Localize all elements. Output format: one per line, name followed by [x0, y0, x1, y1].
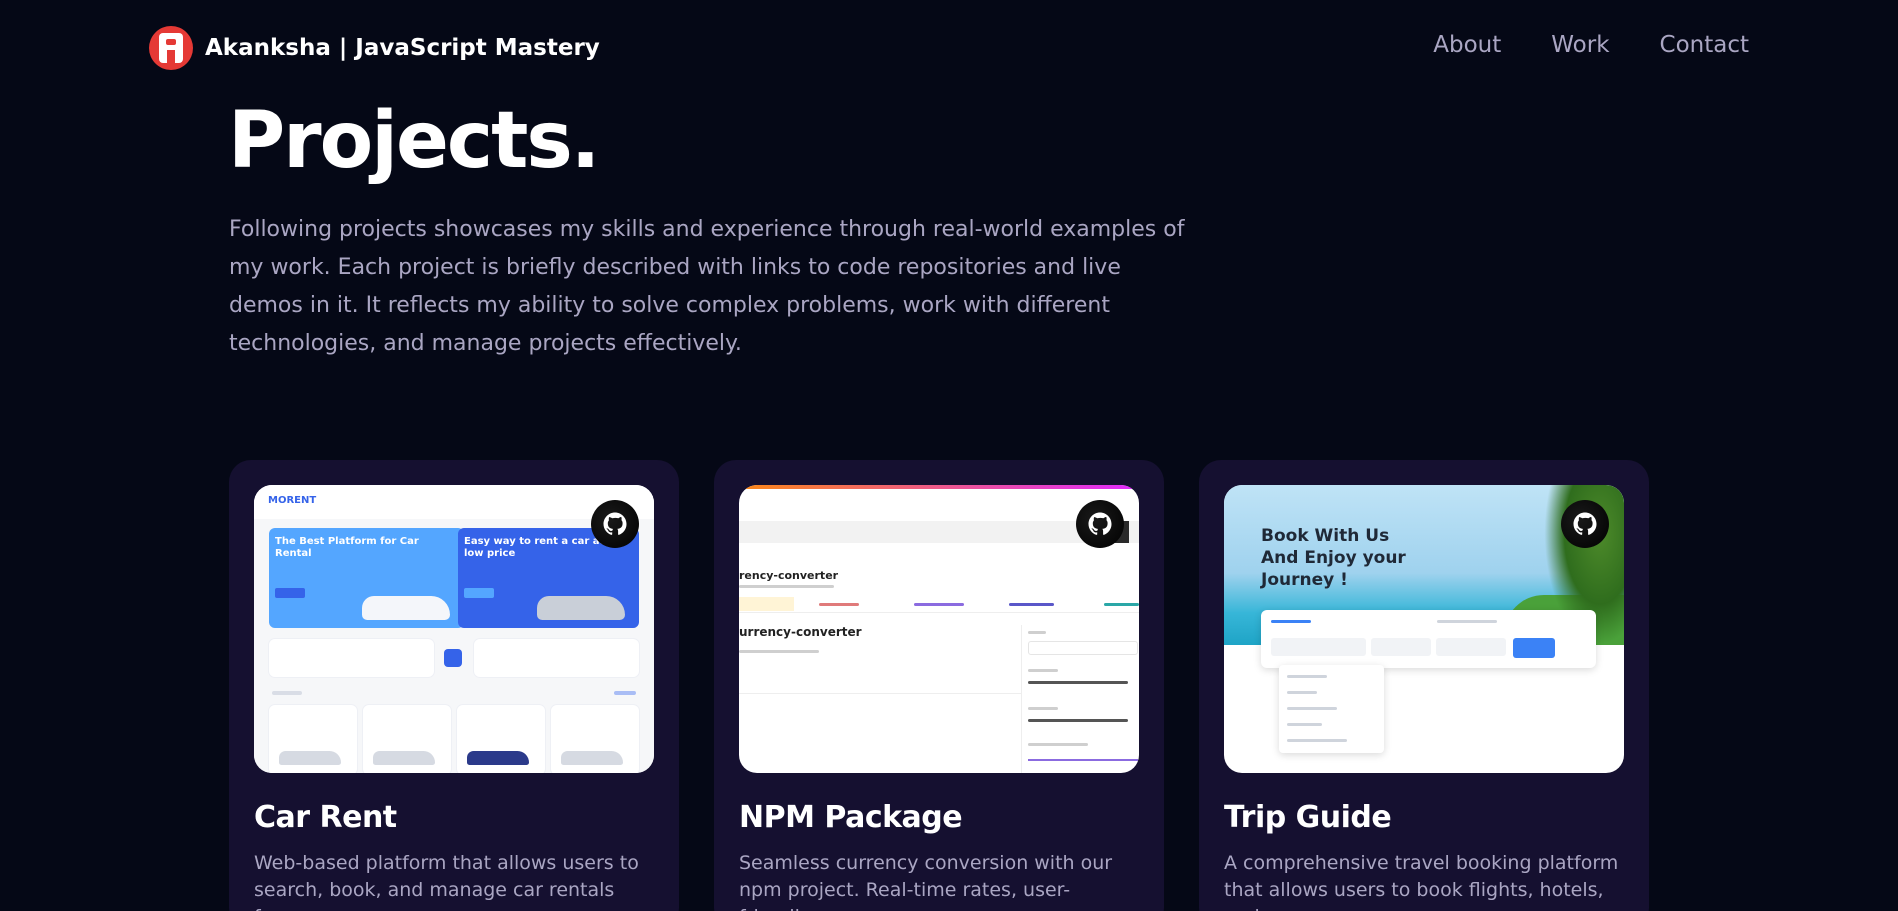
project-title: Car Rent [254, 800, 397, 835]
github-icon [1573, 512, 1597, 535]
page-title: Projects. [228, 96, 600, 186]
preview-package-name: rency-converter [739, 569, 839, 582]
project-description: Web-based platform that allows users to … [254, 852, 639, 911]
nav-links: About Work Contact [1433, 32, 1749, 58]
preview-banner-text: Easy way to rent a car at a low price [464, 536, 615, 559]
project-title: NPM Package [739, 800, 963, 835]
github-icon [1088, 512, 1112, 535]
project-description: A comprehensive travel booking platform … [1224, 852, 1619, 911]
logo-link[interactable]: Akanksha | JavaScript Mastery [149, 26, 600, 70]
project-image: MORENT The Best Platform for Car Rental … [254, 485, 654, 773]
nav-link-about[interactable]: About [1433, 32, 1501, 58]
project-image: rency-converter urrency-converter [739, 485, 1139, 773]
preview-headline: Book With Us And Enjoy your Journey ! [1261, 526, 1406, 590]
github-link-button[interactable] [1561, 500, 1609, 548]
project-card-npm-package[interactable]: rency-converter urrency-converter NPM Pa… [714, 460, 1164, 911]
project-card-trip-guide[interactable]: Book With Us And Enjoy your Journey ! Tr… [1199, 460, 1649, 911]
logo-icon [149, 26, 193, 70]
preview-heading: urrency-converter [739, 625, 862, 639]
nav-link-work[interactable]: Work [1551, 32, 1609, 58]
preview-brand: MORENT [268, 495, 317, 506]
nav-link-contact[interactable]: Contact [1660, 32, 1749, 58]
logo-text: Akanksha | JavaScript Mastery [205, 35, 600, 61]
project-card-car-rent[interactable]: MORENT The Best Platform for Car Rental … [229, 460, 679, 911]
github-link-button[interactable] [1076, 500, 1124, 548]
section-description: Following projects showcases my skills a… [229, 217, 1185, 356]
github-link-button[interactable] [591, 500, 639, 548]
preview-banner: The Best Platform for Car Rental [269, 528, 464, 628]
project-description: Seamless currency conversion with our np… [739, 852, 1113, 911]
navbar: Akanksha | JavaScript Mastery About Work… [0, 0, 1898, 94]
preview-banner-text: The Best Platform for Car Rental [275, 536, 419, 559]
github-icon [603, 512, 627, 535]
project-title: Trip Guide [1224, 800, 1392, 835]
project-image: Book With Us And Enjoy your Journey ! [1224, 485, 1624, 773]
